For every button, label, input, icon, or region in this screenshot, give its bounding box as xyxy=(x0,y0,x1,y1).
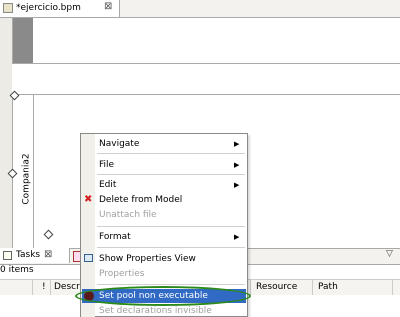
submenu-arrow-icon: ▶ xyxy=(234,181,240,189)
column-path[interactable]: Path xyxy=(318,282,338,292)
column-priority[interactable]: ! xyxy=(42,282,46,292)
column-resource[interactable]: Resource xyxy=(256,282,297,292)
items-count: 0 items xyxy=(0,265,34,275)
tasks-tab[interactable]: Tasks ⊠ xyxy=(0,248,70,263)
menu-item-file[interactable]: File xyxy=(99,160,114,170)
delete-icon: ✖ xyxy=(84,194,93,205)
menu-item-edit[interactable]: Edit xyxy=(99,180,116,190)
tasks-tab-label: Tasks xyxy=(16,250,41,260)
editor-tab-title: *ejercicio.bpm xyxy=(16,3,81,13)
menu-separator xyxy=(97,226,245,227)
submenu-arrow-icon: ▶ xyxy=(234,161,240,169)
canvas-left-margin xyxy=(0,18,12,248)
pool-header-compania2[interactable]: Compania2 xyxy=(11,153,39,204)
close-icon[interactable]: ⊠ xyxy=(104,1,112,12)
menu-item-format[interactable]: Format xyxy=(99,232,131,242)
menu-item-properties: Properties xyxy=(99,269,145,279)
tasks-icon xyxy=(3,251,12,260)
pool-label: Compania2 xyxy=(21,153,32,205)
annotation-ellipse xyxy=(75,286,251,306)
close-icon[interactable]: ⊠ xyxy=(44,249,52,260)
menu-separator xyxy=(97,284,245,285)
menu-separator xyxy=(97,247,245,248)
view-menu-chevron-icon[interactable]: ▽ xyxy=(386,249,393,259)
bpm-file-icon xyxy=(3,3,13,13)
menu-separator xyxy=(97,174,245,175)
submenu-arrow-icon: ▶ xyxy=(234,140,240,148)
submenu-arrow-icon: ▶ xyxy=(234,233,240,241)
pool-top-header[interactable] xyxy=(13,18,33,63)
menu-item-set-declarations-invisible: Set declarations invisible xyxy=(99,306,212,316)
menu-item-delete-from-model[interactable]: Delete from Model xyxy=(99,195,182,205)
menu-item-show-properties-view[interactable]: Show Properties View xyxy=(99,254,196,264)
menu-item-navigate[interactable]: Navigate xyxy=(99,139,139,149)
menu-item-unattach-file: Unattach file xyxy=(99,210,157,220)
properties-view-icon xyxy=(84,254,93,262)
editor-tab[interactable]: *ejercicio.bpm ⊠ xyxy=(0,0,120,17)
pool-top[interactable] xyxy=(12,18,400,64)
menu-separator xyxy=(97,153,245,154)
